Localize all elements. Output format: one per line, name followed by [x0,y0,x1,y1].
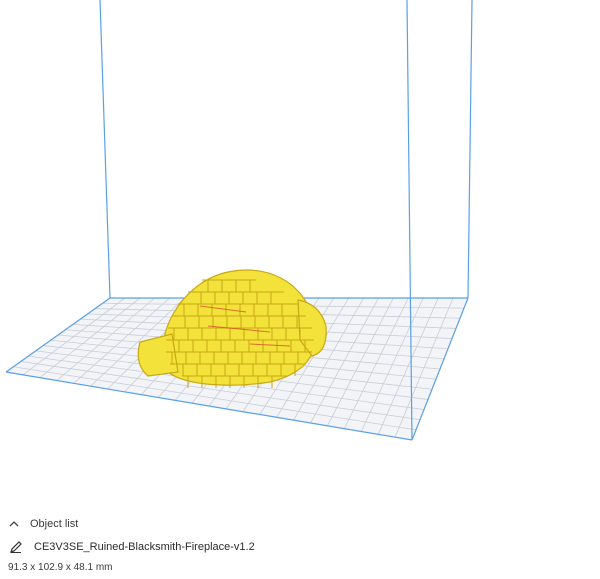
3d-viewport[interactable] [0,0,600,505]
cura-window: Object list CE3V3SE_Ruined-Blacksmith-Fi… [0,0,600,579]
object-name-label[interactable]: CE3V3SE_Ruined-Blacksmith-Fireplace-v1.2 [34,541,255,553]
object-list-toggle[interactable]: Object list [8,516,78,532]
object-list-title: Object list [30,518,79,530]
viewport-canvas[interactable] [0,0,600,505]
object-list-panel: Object list CE3V3SE_Ruined-Blacksmith-Fi… [0,508,600,579]
object-list-item[interactable]: CE3V3SE_Ruined-Blacksmith-Fireplace-v1.2 [8,538,255,556]
ruined-blacksmith-fireplace-model[interactable] [137,269,327,388]
object-dimensions: 91.3 x 102.9 x 48.1 mm [8,562,113,573]
chevron-up-icon[interactable] [8,518,20,530]
pencil-icon[interactable] [8,539,24,555]
